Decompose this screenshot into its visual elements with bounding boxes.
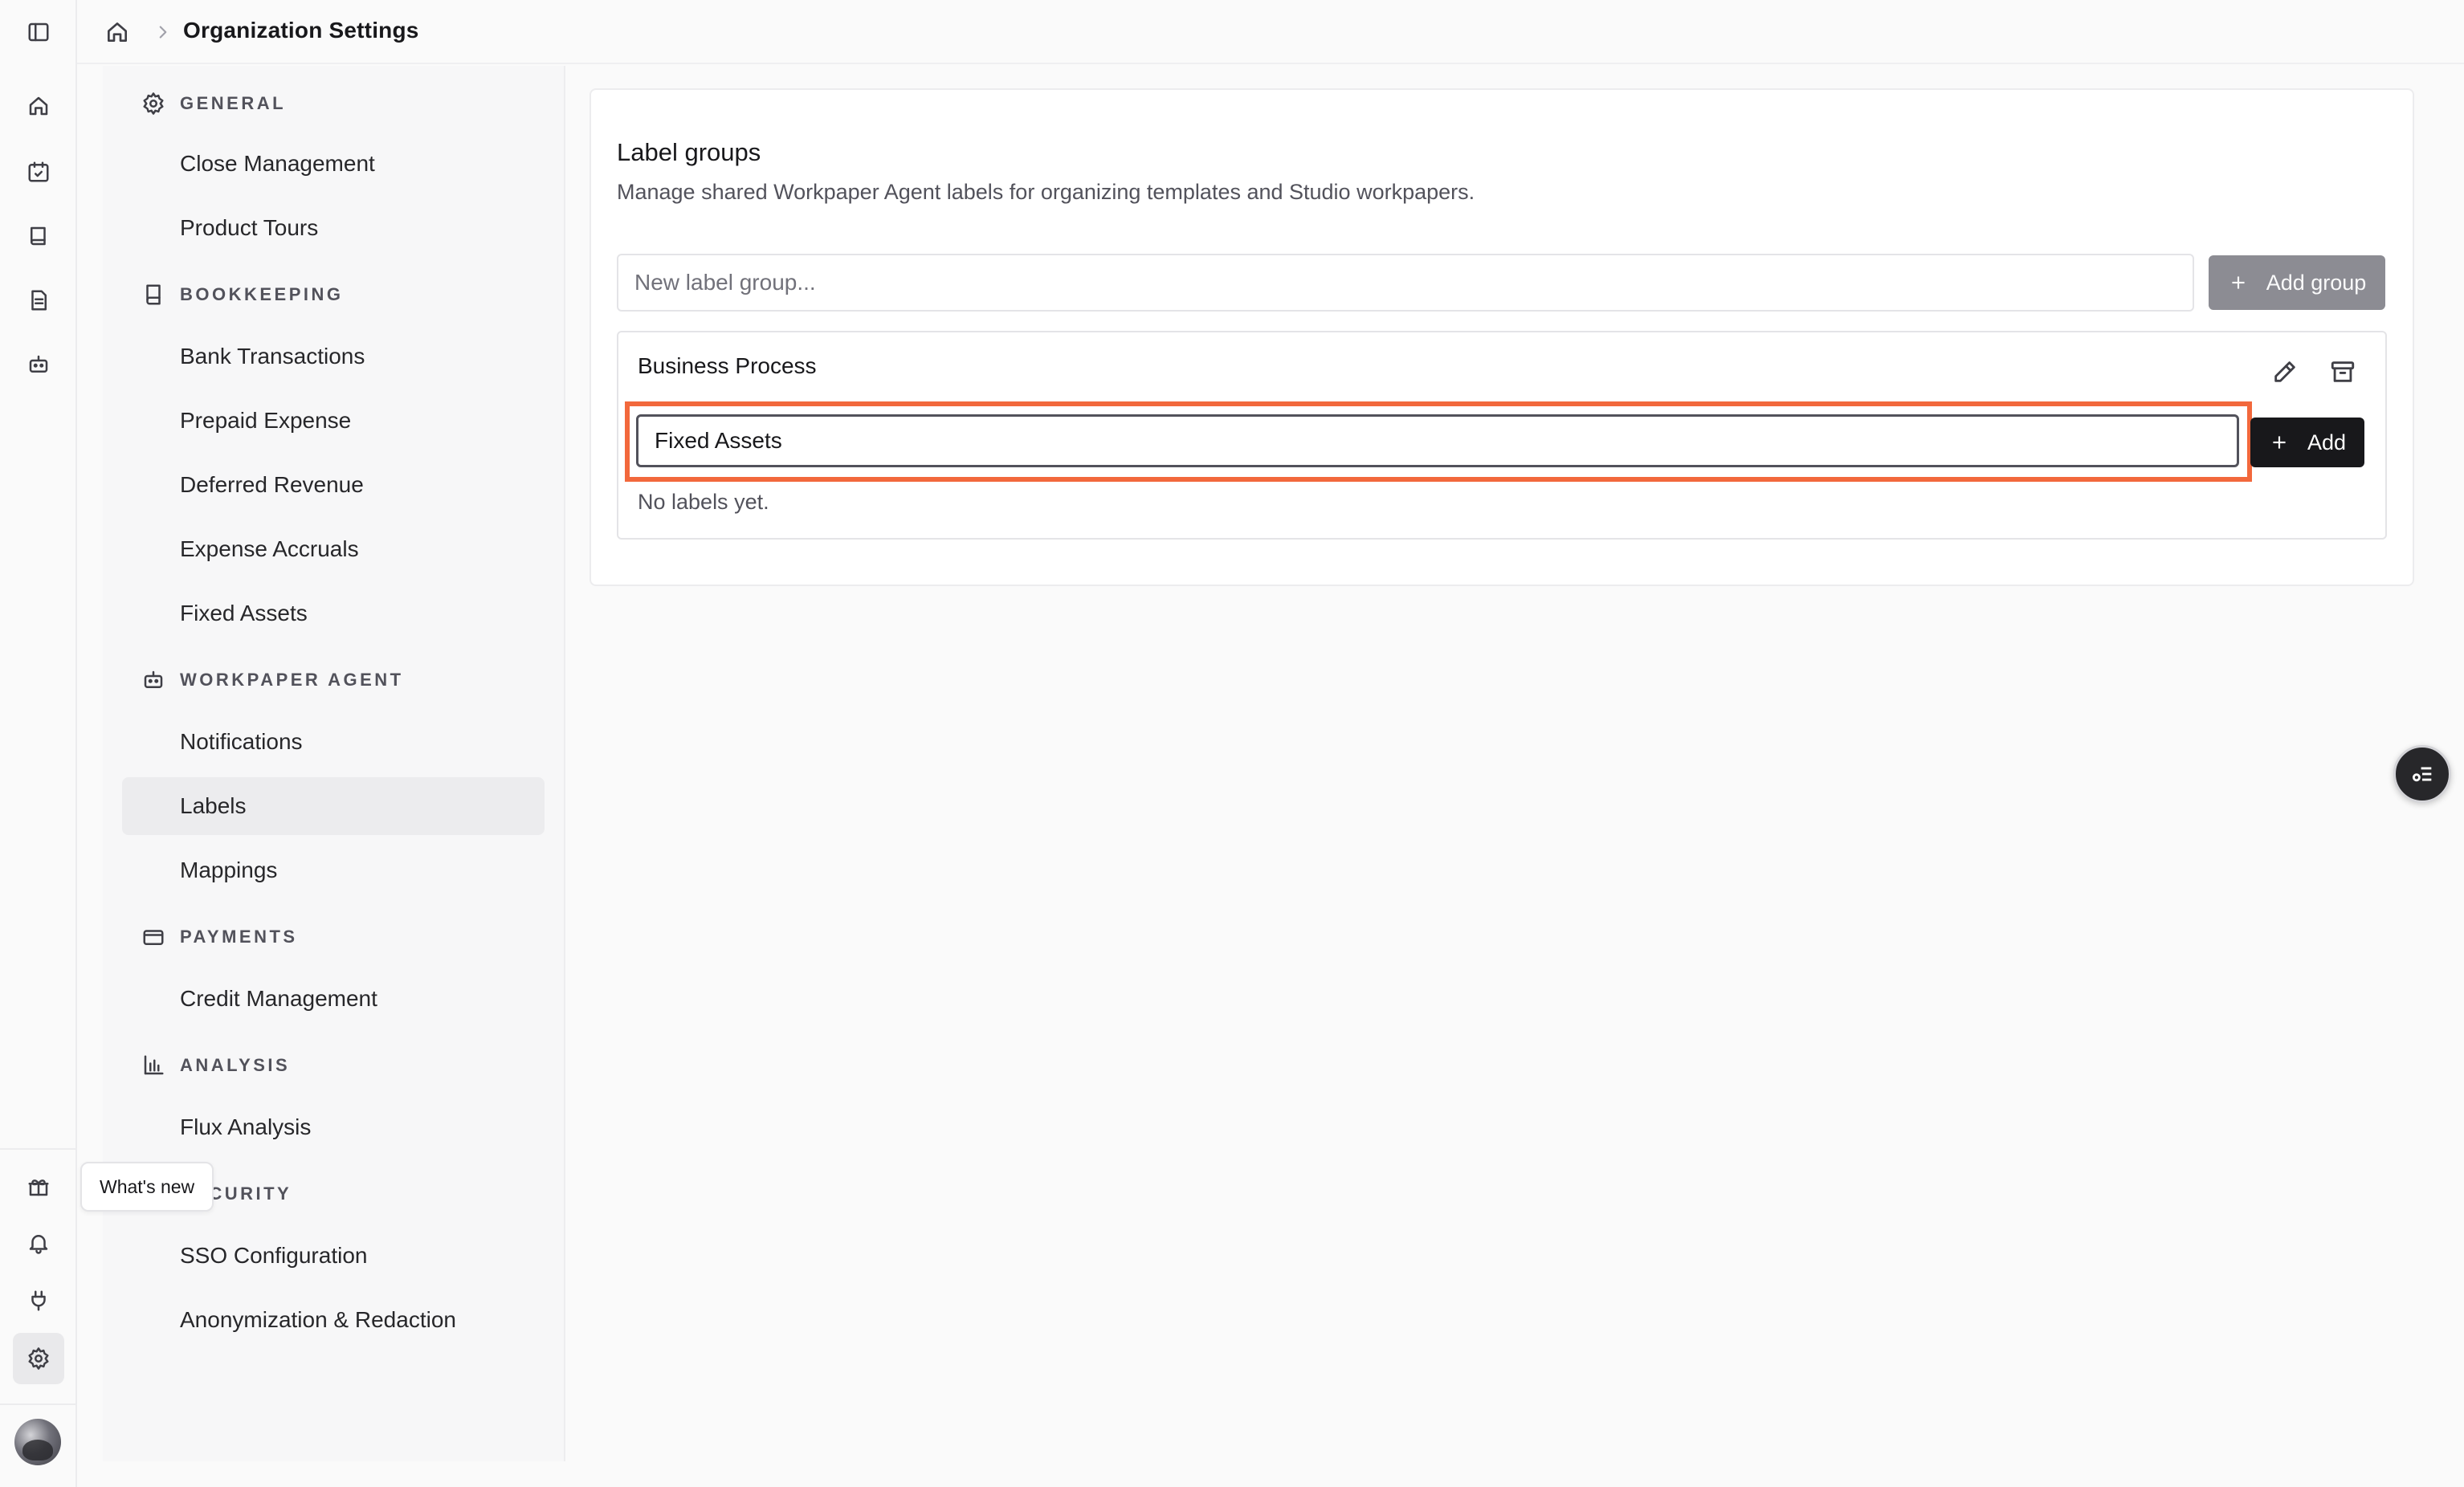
- bell-icon[interactable]: [13, 1217, 64, 1269]
- plus-icon: [2232, 276, 2245, 289]
- nav-item-bank-transactions[interactable]: Bank Transactions: [122, 328, 545, 385]
- add-label-button[interactable]: Add: [2250, 418, 2364, 467]
- nav-item-mappings[interactable]: Mappings: [122, 841, 545, 899]
- robot-icon[interactable]: [13, 339, 64, 390]
- gift-icon[interactable]: [13, 1161, 64, 1212]
- rail-divider: [0, 1148, 75, 1150]
- rail-divider: [0, 1403, 75, 1405]
- icon-rail: [0, 0, 77, 1487]
- nav-section-label: ANALYSIS: [180, 1055, 291, 1075]
- nav-item-credit-management[interactable]: Credit Management: [122, 970, 545, 1028]
- nav-item-product-tours[interactable]: Product Tours: [122, 199, 545, 257]
- whats-new-tooltip: What's new: [80, 1162, 214, 1212]
- section-description: Manage shared Workpaper Agent labels for…: [617, 180, 1475, 204]
- breadcrumb-home-icon[interactable]: [104, 19, 130, 45]
- nav-section-payments: PAYMENTS: [141, 923, 298, 951]
- pencil-icon[interactable]: [2271, 358, 2300, 387]
- robot-icon: [144, 670, 163, 688]
- credit-card-icon: [143, 930, 164, 945]
- nav-section-general: GENERAL: [141, 90, 286, 117]
- nav-section-label: WORKPAPER AGENT: [180, 670, 404, 690]
- new-label-input[interactable]: [636, 414, 2239, 467]
- nav-item-flux-analysis[interactable]: Flux Analysis: [122, 1098, 545, 1156]
- plug-icon[interactable]: [13, 1275, 64, 1326]
- nav-section-label: BOOKKEEPING: [180, 284, 344, 304]
- home-icon[interactable]: [13, 80, 64, 132]
- nav-item-prepaid-expense[interactable]: Prepaid Expense: [122, 392, 545, 450]
- nav-item-expense-accruals[interactable]: Expense Accruals: [122, 520, 545, 578]
- nav-item-labels[interactable]: Labels: [122, 777, 545, 835]
- floating-menu-button[interactable]: [2393, 745, 2451, 803]
- nav-item-sso-configuration[interactable]: SSO Configuration: [122, 1227, 545, 1285]
- nav-item-fixed-assets[interactable]: Fixed Assets: [122, 585, 545, 642]
- nav-section-workpaper-agent: WORKPAPER AGENT: [141, 666, 404, 694]
- nav-item-notifications[interactable]: Notifications: [122, 713, 545, 771]
- nav-section-bookkeeping: BOOKKEEPING: [141, 281, 344, 308]
- section-title: Label groups: [617, 138, 761, 166]
- add-label: Add: [2307, 430, 2347, 454]
- plus-icon: [2273, 436, 2286, 449]
- page-title: Organization Settings: [183, 18, 419, 43]
- archive-icon[interactable]: [2329, 358, 2358, 387]
- top-header: [77, 0, 2464, 64]
- add-group-button[interactable]: Add group: [2209, 255, 2385, 310]
- bar-chart-icon: [144, 1055, 164, 1075]
- chevron-right-icon: [153, 22, 173, 43]
- new-label-group-input[interactable]: [617, 254, 2194, 312]
- list-settings-icon: [2412, 767, 2432, 782]
- add-group-label: Add group: [2266, 270, 2367, 295]
- book-icon: [146, 284, 161, 305]
- nav-section-analysis: ANALYSIS: [141, 1052, 290, 1079]
- user-avatar[interactable]: [14, 1419, 61, 1465]
- calendar-check-icon[interactable]: [13, 146, 64, 198]
- label-group-name: Business Process: [638, 353, 817, 378]
- nav-item-close-management[interactable]: Close Management: [122, 135, 545, 193]
- book-icon[interactable]: [13, 210, 64, 262]
- nav-item-anonymization-redaction[interactable]: Anonymization & Redaction: [122, 1291, 545, 1349]
- settings-gear-icon[interactable]: [13, 1333, 64, 1384]
- nav-section-label: GENERAL: [180, 93, 287, 113]
- gear-icon: [143, 92, 164, 115]
- nav-section-label: PAYMENTS: [180, 927, 298, 947]
- nav-item-deferred-revenue[interactable]: Deferred Revenue: [122, 456, 545, 514]
- sidebar-toggle-icon[interactable]: [13, 6, 64, 58]
- document-icon[interactable]: [13, 275, 64, 326]
- empty-labels-text: No labels yet.: [638, 490, 769, 514]
